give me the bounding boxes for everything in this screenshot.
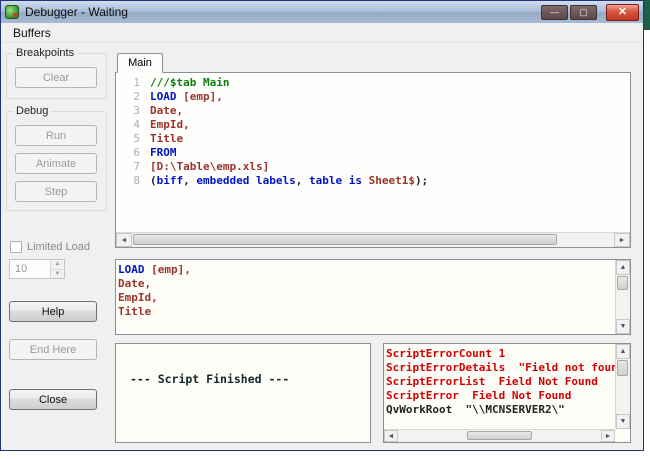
script-code: 1///$tab Main 2 LOAD [emp], 3 Date, 4 EmpId, 5 T… bbox=[116, 73, 630, 232]
load-limit-spinner[interactable]: 10 ▲ ▼ bbox=[9, 259, 65, 279]
variables-hscrollbar[interactable]: ◄ ► bbox=[384, 429, 615, 442]
step-button[interactable]: Step bbox=[15, 181, 97, 202]
code-line: LOAD [emp], bbox=[118, 263, 191, 276]
code-line: EmpId, bbox=[118, 291, 158, 304]
variables-text: ScriptErrorCount 1 ScriptErrorDetails "Fi… bbox=[384, 344, 615, 429]
editor-hscroll-thumb[interactable] bbox=[133, 234, 558, 245]
script-status-text: --- Script Finished --- bbox=[130, 372, 290, 386]
scroll-left-icon[interactable]: ◄ bbox=[384, 430, 398, 442]
progress-vscroll-track[interactable] bbox=[616, 275, 630, 319]
limited-load-row: Limited Load bbox=[10, 241, 90, 253]
code-line: 3 Date, bbox=[133, 104, 184, 117]
debug-label: Debug bbox=[13, 105, 52, 117]
progress-vscroll-thumb[interactable] bbox=[617, 276, 628, 290]
scroll-up-icon[interactable]: ▲ bbox=[616, 344, 630, 359]
titlebar[interactable]: Debugger - Waiting — ▢ ✕ bbox=[1, 1, 643, 23]
code-line: 5 Title bbox=[133, 132, 184, 145]
menubar: Buffers bbox=[1, 23, 643, 43]
scroll-down-icon[interactable]: ▼ bbox=[616, 319, 630, 334]
code-line: ScriptErrorCount 1 bbox=[386, 347, 506, 360]
close-icon[interactable]: ✕ bbox=[606, 3, 639, 21]
scroll-right-icon[interactable]: ► bbox=[601, 430, 615, 442]
window-title: Debugger - Waiting bbox=[25, 5, 128, 19]
menu-buffers[interactable]: Buffers bbox=[5, 24, 59, 42]
code-line: ScriptErrorDetails "Field not found bbox=[386, 361, 615, 374]
variables-vscrollbar[interactable]: ▲ ▼ bbox=[615, 344, 630, 429]
maximize-icon[interactable]: ▢ bbox=[570, 4, 597, 20]
close-button[interactable]: Close bbox=[9, 389, 97, 410]
limited-load-checkbox[interactable] bbox=[10, 241, 22, 253]
current-statement-code: LOAD [emp], Date, EmpId, Title bbox=[116, 260, 615, 334]
scroll-up-icon[interactable]: ▲ bbox=[616, 260, 630, 275]
variables-hscroll-track[interactable] bbox=[398, 430, 601, 442]
tab-main[interactable]: Main bbox=[117, 53, 163, 73]
variables-panel: ScriptErrorCount 1 ScriptErrorDetails "Fi… bbox=[383, 343, 631, 443]
editor-hscroll-track[interactable] bbox=[132, 233, 614, 247]
variables-vscroll-thumb[interactable] bbox=[617, 360, 628, 376]
code-line: 8 (biff, embedded labels, table is Sheet1… bbox=[133, 174, 429, 187]
help-button[interactable]: Help bbox=[9, 301, 97, 322]
code-line: 6 FROM bbox=[133, 146, 177, 159]
minimize-icon[interactable]: — bbox=[541, 4, 568, 20]
code-line: QvWorkRoot "\\MCNSERVER2\" bbox=[386, 403, 565, 416]
debugger-dialog: Debugger - Waiting — ▢ ✕ Buffers Breakpo… bbox=[0, 0, 644, 451]
code-line: 1///$tab Main bbox=[133, 76, 230, 89]
app-icon bbox=[5, 5, 19, 19]
editor-hscrollbar[interactable]: ◄ ► bbox=[116, 232, 630, 247]
variables-hscroll-thumb[interactable] bbox=[467, 431, 532, 440]
script-editor-panel[interactable]: 1///$tab Main 2 LOAD [emp], 3 Date, 4 EmpId, 5 T… bbox=[115, 72, 631, 248]
end-here-button[interactable]: End Here bbox=[9, 339, 97, 360]
caption-buttons: — ▢ ✕ bbox=[541, 3, 639, 21]
scroll-down-icon[interactable]: ▼ bbox=[616, 414, 630, 429]
load-limit-value: 10 bbox=[15, 263, 28, 275]
code-line: ScriptErrorList Field Not Found bbox=[386, 375, 598, 388]
limited-load-label: Limited Load bbox=[27, 241, 90, 253]
run-button[interactable]: Run bbox=[15, 125, 97, 146]
code-line: Title bbox=[118, 305, 152, 318]
variables-vscroll-track[interactable] bbox=[616, 359, 630, 414]
spinner-arrows: ▲ ▼ bbox=[50, 260, 64, 278]
code-line: 2 LOAD [emp], bbox=[133, 90, 223, 103]
breakpoints-label: Breakpoints bbox=[13, 47, 78, 59]
code-line: 4 EmpId, bbox=[133, 118, 190, 131]
progress-vscrollbar[interactable]: ▲ ▼ bbox=[615, 260, 630, 334]
script-status-panel: --- Script Finished --- bbox=[115, 343, 371, 443]
code-line: Date, bbox=[118, 277, 152, 290]
scroll-left-icon[interactable]: ◄ bbox=[116, 233, 132, 247]
clear-button[interactable]: Clear bbox=[15, 67, 97, 88]
dialog-client-area: Breakpoints Clear Debug Run Animate Step… bbox=[1, 43, 643, 450]
code-line: ScriptError Field Not Found bbox=[386, 389, 572, 402]
scroll-right-icon[interactable]: ► bbox=[614, 233, 630, 247]
spinner-down-icon[interactable]: ▼ bbox=[51, 269, 64, 278]
animate-button[interactable]: Animate bbox=[15, 153, 97, 174]
spinner-up-icon[interactable]: ▲ bbox=[51, 260, 64, 270]
current-statement-panel: LOAD [emp], Date, EmpId, Title ▲ ▼ bbox=[115, 259, 631, 335]
code-line: 7 [D:\Table\emp.xls] bbox=[133, 160, 270, 173]
